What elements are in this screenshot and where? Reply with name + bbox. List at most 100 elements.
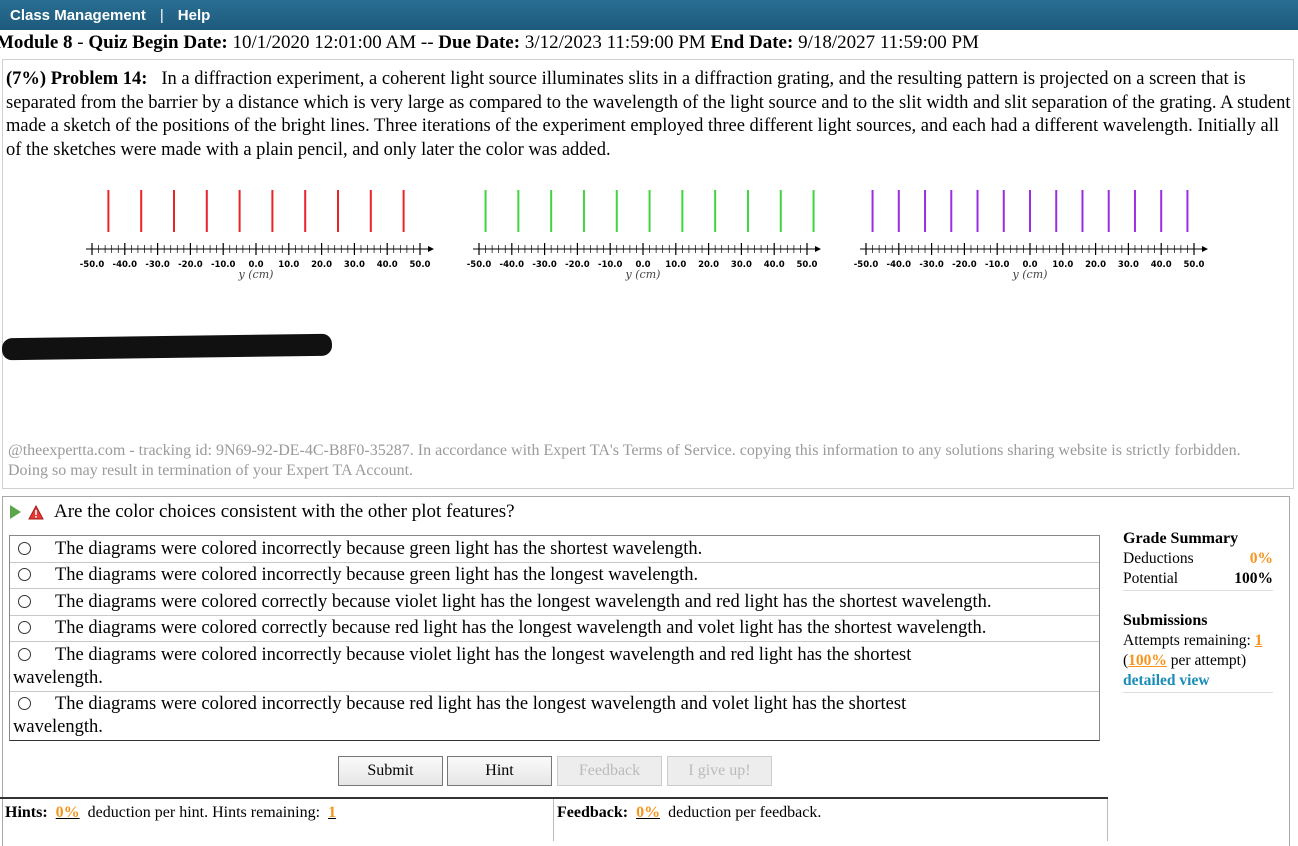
- grade-summary-title: Grade Summary: [1123, 530, 1239, 547]
- tick-label: -50.0: [80, 260, 105, 270]
- axis-arrow: [428, 246, 434, 252]
- axis-label: y (cm): [1012, 268, 1048, 281]
- potential-label: Potential: [1123, 570, 1179, 587]
- end-date-label: End Date:: [710, 32, 794, 53]
- tick-label: -30.0: [919, 260, 944, 270]
- choice-text: The diagrams were colored incorrectly be…: [13, 644, 912, 688]
- tick-label: -40.0: [113, 260, 138, 270]
- per-attempt-label: per attempt): [1170, 652, 1247, 669]
- feedback-button: Feedback: [557, 756, 662, 786]
- quiz-header: Module 8 - Quiz Begin Date: 10/1/2020 12…: [0, 30, 979, 56]
- choice-5[interactable]: The diagrams were colored incorrectly be…: [10, 642, 1099, 692]
- per-attempt-value: 100%: [1128, 652, 1167, 669]
- choice-text: The diagrams were colored incorrectly be…: [13, 694, 907, 737]
- choice-text: The diagrams were colored incorrectly be…: [55, 538, 703, 559]
- hints-info: Hints: 0% deduction per hint. Hints rema…: [5, 803, 340, 823]
- tick-label: 20.0: [311, 260, 332, 270]
- question-text: Are the color choices consistent with th…: [54, 501, 515, 522]
- quiz-begin-label: Quiz Begin Date:: [88, 32, 228, 53]
- attempts-label: Attempts remaining:: [1123, 632, 1251, 649]
- axis-label: y (cm): [238, 268, 274, 281]
- nav-separator: |: [159, 7, 164, 24]
- choice-3[interactable]: The diagrams were colored correctly beca…: [10, 589, 1099, 616]
- submit-button[interactable]: Submit: [338, 756, 443, 786]
- grade-summary-panel: Grade Summary Deductions 0% Potential 100%…: [1123, 529, 1273, 693]
- tick-label: -50.0: [854, 260, 879, 270]
- give-up-button: I give up!: [667, 756, 772, 786]
- nav-help[interactable]: Help: [178, 7, 211, 24]
- tick-label: 40.0: [1151, 260, 1172, 270]
- diffraction-diagram-violet: -50.0 -40.0 -30.0 -20.0 -10.0 0.0 10.0 20.0 30.0…: [854, 190, 1208, 281]
- potential-value: 100%: [1234, 570, 1273, 587]
- tick-label: 10.0: [278, 260, 299, 270]
- tick-label: 10.0: [665, 260, 686, 270]
- problem-text: In a diffraction experiment, a coherent …: [6, 69, 1291, 160]
- end-date-value: 9/18/2027 11:59:00 PM: [793, 32, 979, 53]
- choice-text: The diagrams were colored correctly beca…: [55, 591, 992, 612]
- tracking-watermark: @theexpertta.com - tracking id: 9N69-92-…: [8, 442, 1241, 479]
- tick-label: -10.0: [598, 260, 623, 270]
- tick-label: 20.0: [1085, 260, 1106, 270]
- warning-icon: [28, 504, 44, 519]
- diffraction-diagram-green: -50.0 -40.0 -30.0 -20.0 -10.0 0.0 10.0 20.0 30.0…: [467, 190, 821, 281]
- divider: [553, 799, 554, 841]
- tick-label: -10.0: [211, 260, 236, 270]
- tick-label: -30.0: [532, 260, 557, 270]
- tick-label: 10.0: [1052, 260, 1073, 270]
- tick-label: 50.0: [410, 260, 431, 270]
- tick-label: 20.0: [698, 260, 719, 270]
- play-icon[interactable]: [10, 505, 21, 519]
- feedback-info: Feedback: 0% deduction per feedback.: [557, 803, 821, 823]
- tick-label: 30.0: [344, 260, 365, 270]
- feedback-label: Feedback:: [557, 804, 629, 821]
- feedback-text: deduction per feedback.: [668, 804, 822, 821]
- quiz-begin-value: 10/1/2020 12:01:00 AM --: [227, 32, 439, 53]
- hints-remaining-value: 1: [328, 804, 337, 821]
- header-dash: -: [72, 32, 89, 53]
- radio-button[interactable]: [18, 594, 31, 608]
- feedback-deduction-value: 0%: [636, 804, 661, 821]
- tick-label: 50.0: [1184, 260, 1205, 270]
- top-nav-bar: Class Management | Help: [0, 0, 1298, 30]
- nav-class-management[interactable]: Class Management: [10, 7, 146, 24]
- choice-text: The diagrams were colored incorrectly be…: [55, 565, 699, 585]
- deductions-value: 0%: [1249, 550, 1273, 567]
- choice-text: The diagrams were colored correctly beca…: [55, 618, 987, 638]
- tick-label: 30.0: [1118, 260, 1139, 270]
- radio-button[interactable]: [18, 568, 31, 581]
- problem-label: (7%) Problem 14:: [6, 69, 148, 89]
- axis-arrow: [815, 246, 821, 252]
- radio-button[interactable]: [18, 647, 31, 661]
- choice-6[interactable]: The diagrams were colored incorrectly be…: [10, 692, 1099, 741]
- answer-choices: The diagrams were colored incorrectly be…: [9, 535, 1100, 741]
- hint-button[interactable]: Hint: [447, 756, 552, 786]
- problem-statement: (7%) Problem 14: In a diffraction experi…: [6, 68, 1291, 162]
- tick-label: -40.0: [500, 260, 525, 270]
- due-date-label: Due Date:: [438, 32, 521, 53]
- hints-label: Hints:: [5, 804, 48, 821]
- tick-label: -50.0: [467, 260, 492, 270]
- module-title: Module 8: [0, 32, 73, 53]
- submissions-title: Submissions: [1123, 612, 1208, 629]
- hints-text: deduction per hint. Hints remaining:: [87, 804, 321, 821]
- radio-button[interactable]: [18, 541, 31, 555]
- radio-button[interactable]: [18, 697, 31, 710]
- attempts-value: 1: [1254, 632, 1263, 649]
- choice-4[interactable]: The diagrams were colored correctly beca…: [10, 616, 1099, 642]
- tick-label: 50.0: [797, 260, 818, 270]
- choice-1[interactable]: The diagrams were colored incorrectly be…: [10, 536, 1099, 563]
- choice-2[interactable]: The diagrams were colored incorrectly be…: [10, 563, 1099, 589]
- tick-label: -10.0: [985, 260, 1010, 270]
- tick-label: -20.0: [178, 260, 203, 270]
- tick-label: -40.0: [887, 260, 912, 270]
- tick-label: -20.0: [952, 260, 977, 270]
- tick-label: -30.0: [145, 260, 170, 270]
- radio-button[interactable]: [18, 621, 31, 634]
- axis-label: y (cm): [625, 268, 661, 281]
- detailed-view-link[interactable]: detailed view: [1123, 671, 1273, 691]
- axis-arrow: [1202, 246, 1208, 252]
- redaction-mark: [1, 333, 333, 361]
- question-header: Are the color choices consistent with th…: [8, 500, 515, 524]
- tick-label: 40.0: [377, 260, 398, 270]
- diffraction-diagram-red: -50.0 -40.0 -30.0 -20.0 -10.0 0.0 10.0 20.0 30.0…: [80, 190, 434, 281]
